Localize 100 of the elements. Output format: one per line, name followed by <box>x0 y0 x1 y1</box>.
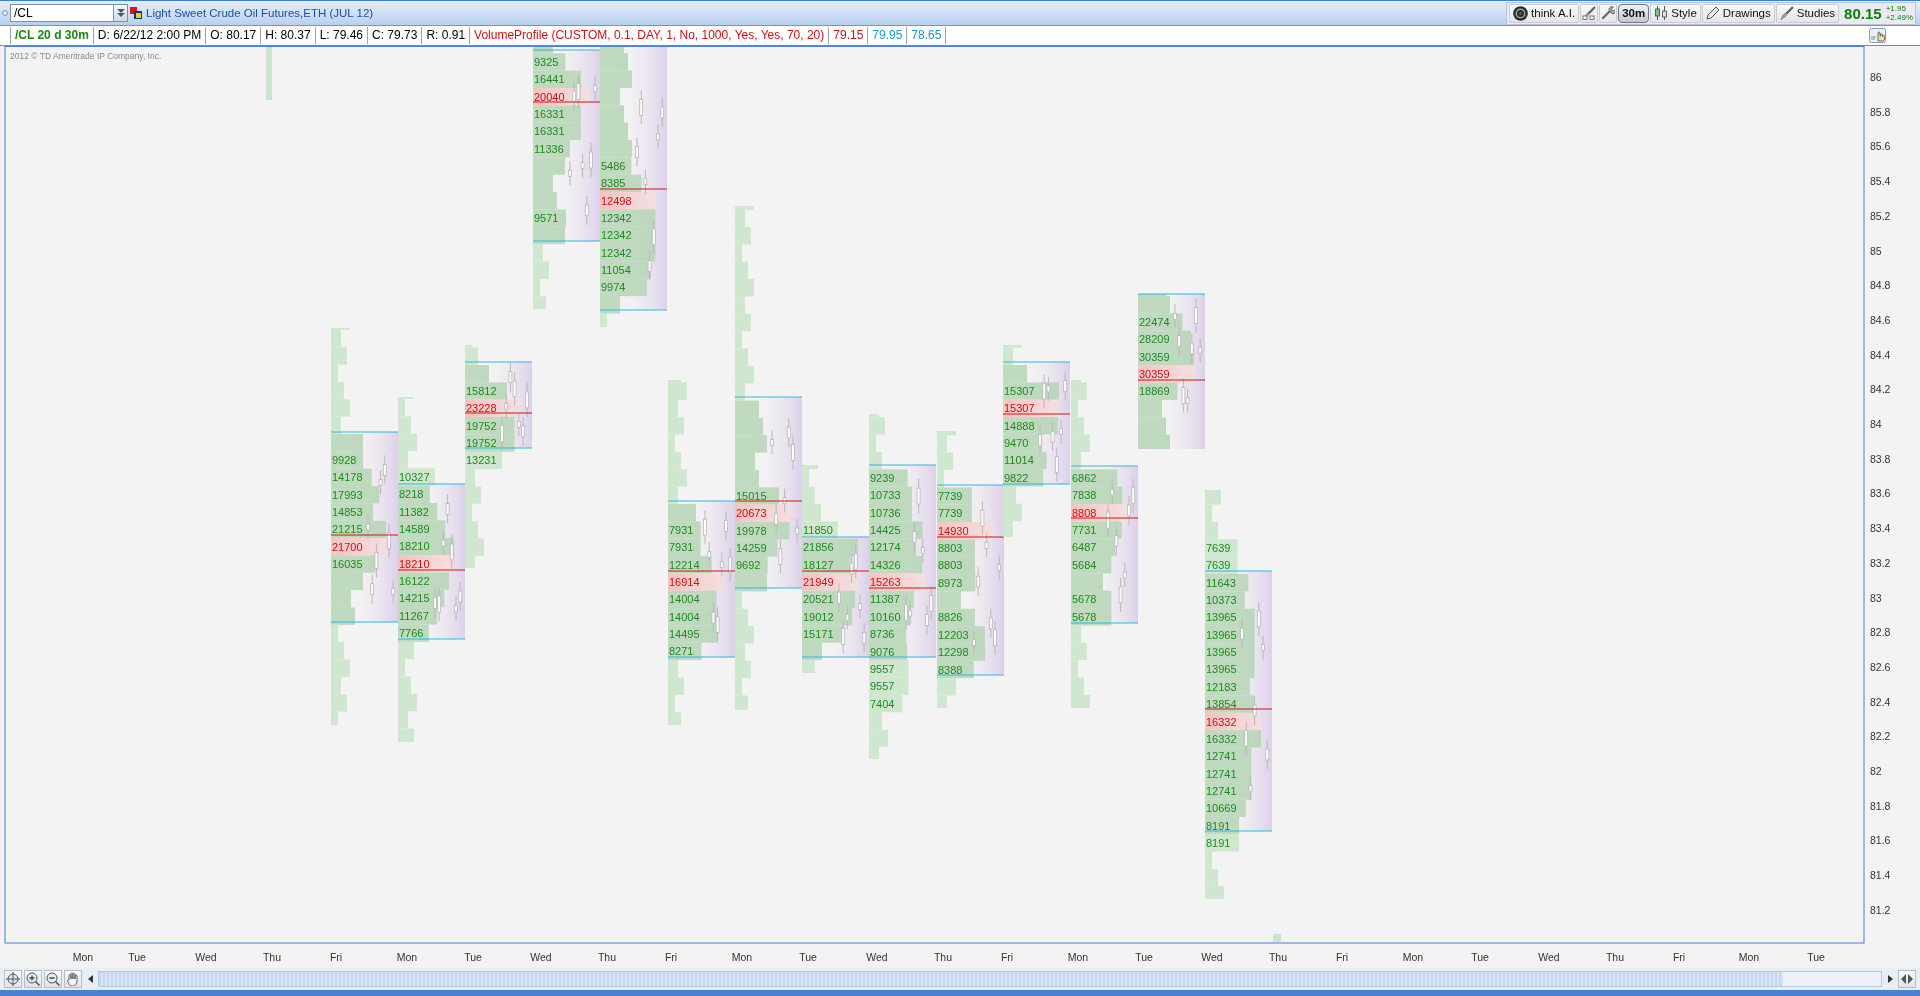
volume-label: 17993 <box>332 488 363 501</box>
volume-label: 10327 <box>399 471 430 483</box>
price-label: 82.8 <box>1870 626 1891 639</box>
info-field: 79.15 <box>829 27 869 44</box>
volume-label: 9974 <box>601 281 626 294</box>
volume-label: 21215 <box>332 523 363 536</box>
volume-label: 13231 <box>466 454 497 467</box>
volume-label: 9239 <box>870 472 895 484</box>
toolbar-button[interactable]: Studies <box>1775 3 1840 23</box>
volume-label: 8973 <box>938 576 963 589</box>
price-label: 85 <box>1870 244 1882 257</box>
day-label: Fri <box>329 951 343 963</box>
day-label: Mon <box>1738 951 1760 963</box>
volume-label: 7838 <box>1072 489 1097 502</box>
day-label: Thu <box>1268 951 1288 963</box>
volume-label: 12342 <box>601 229 632 242</box>
hand-icon <box>67 972 79 986</box>
volume-label: 12214 <box>669 558 700 571</box>
day-label: Mon <box>731 951 753 963</box>
volume-label: 13965 <box>1206 611 1237 624</box>
volume-label: 12174 <box>870 541 901 554</box>
volume-label: 14215 <box>399 592 430 605</box>
sphere-icon <box>1513 5 1529 21</box>
zoom-in-button[interactable] <box>24 970 42 988</box>
dropdown-button[interactable] <box>114 4 128 22</box>
info-field: 78.65 <box>907 27 947 44</box>
toolbar-button[interactable]: Drawings <box>1701 3 1775 23</box>
brush-button[interactable] <box>1580 3 1599 23</box>
crosshair-button[interactable] <box>4 970 22 988</box>
volume-label: 9822 <box>1004 471 1029 484</box>
day-label: Fri <box>1000 951 1014 963</box>
volume-label: 19012 <box>803 610 834 623</box>
price-label: 81.4 <box>1870 869 1891 882</box>
volume-label: 8218 <box>399 488 424 501</box>
volume-label: 23228 <box>466 402 497 415</box>
toolbar-button[interactable]: Style <box>1650 3 1701 23</box>
volume-label: 14326 <box>870 558 901 571</box>
volume-label: 15307 <box>1004 385 1035 397</box>
day-label: Mon <box>1402 951 1424 963</box>
day-label: Tue <box>1135 951 1153 963</box>
symbol-field[interactable]: /CL <box>10 4 114 22</box>
price-label: 84.8 <box>1870 279 1891 292</box>
volume-label: 21856 <box>803 541 834 554</box>
volume-label: 11014 <box>1004 454 1034 467</box>
percent-change: +2.49% <box>1885 13 1913 22</box>
volume-label: 7739 <box>938 507 963 520</box>
price-label: 84.4 <box>1870 348 1891 361</box>
day-label: Wed <box>1201 951 1223 963</box>
volume-label: 30359 <box>1139 368 1170 381</box>
volume-label: 15307 <box>1004 402 1035 415</box>
info-field: R: 0.91 <box>422 27 471 44</box>
day-label: Thu <box>933 951 953 963</box>
volume-label: 7766 <box>399 627 424 640</box>
volume-label: 9692 <box>736 559 761 572</box>
price-label: 86 <box>1870 71 1882 83</box>
zoom-out-button[interactable] <box>44 970 62 988</box>
wrench-button[interactable] <box>1599 3 1618 23</box>
volume-label: 7739 <box>938 490 963 502</box>
day-label: Thu <box>1605 951 1625 963</box>
price-label: 85.4 <box>1870 175 1891 188</box>
price-label: 83.2 <box>1870 556 1891 569</box>
resize-button[interactable] <box>1898 970 1916 988</box>
volume-label: 8191 <box>1206 819 1231 832</box>
price-label: 85.2 <box>1870 209 1891 222</box>
price-label: 83.4 <box>1870 522 1891 535</box>
volume-bar <box>266 47 272 100</box>
day-label: Wed <box>866 951 888 963</box>
price-label: 83 <box>1870 591 1882 604</box>
scrollbar[interactable] <box>98 971 1882 987</box>
volume-label: 14178 <box>332 471 363 484</box>
hand-pointer-icon <box>1869 28 1886 43</box>
day-label: Wed <box>195 951 217 963</box>
toolbar-button[interactable]: think A.I. <box>1509 3 1580 23</box>
zoom-in-icon <box>26 972 40 986</box>
volume-label: 10160 <box>870 610 901 623</box>
volume-label: 8191 <box>1206 836 1231 849</box>
volume-label: 9325 <box>534 56 559 68</box>
volume-label: 8271 <box>669 645 694 658</box>
volume-label: 11336 <box>534 142 564 155</box>
volume-label: 14004 <box>669 593 700 606</box>
volume-label: 28209 <box>1139 333 1170 346</box>
volume-label: 8385 <box>601 177 626 190</box>
volume-label: 7639 <box>1206 559 1231 572</box>
volume-label: 18210 <box>399 557 430 570</box>
period-button[interactable]: 30m <box>1618 3 1650 23</box>
volume-label: 18127 <box>803 558 834 571</box>
squares-icon[interactable] <box>130 6 143 20</box>
volume-label: 9557 <box>870 662 895 675</box>
volume-label: 16914 <box>669 576 700 589</box>
day-label: Tue <box>128 951 146 963</box>
day-label: Wed <box>530 951 552 963</box>
hand-pointer-button[interactable] <box>1869 28 1886 43</box>
brush-icon <box>1779 6 1794 20</box>
volume-label: 14259 <box>736 542 767 555</box>
price-label: 85.6 <box>1870 140 1891 153</box>
instrument-title: Light Sweet Crude Oil Futures,ETH (JUL 12) <box>146 7 374 19</box>
price-label: 85.8 <box>1870 105 1891 118</box>
volume-label: 9076 <box>870 645 895 658</box>
hand-button[interactable] <box>64 970 82 988</box>
volume-label: 20040 <box>534 90 565 103</box>
